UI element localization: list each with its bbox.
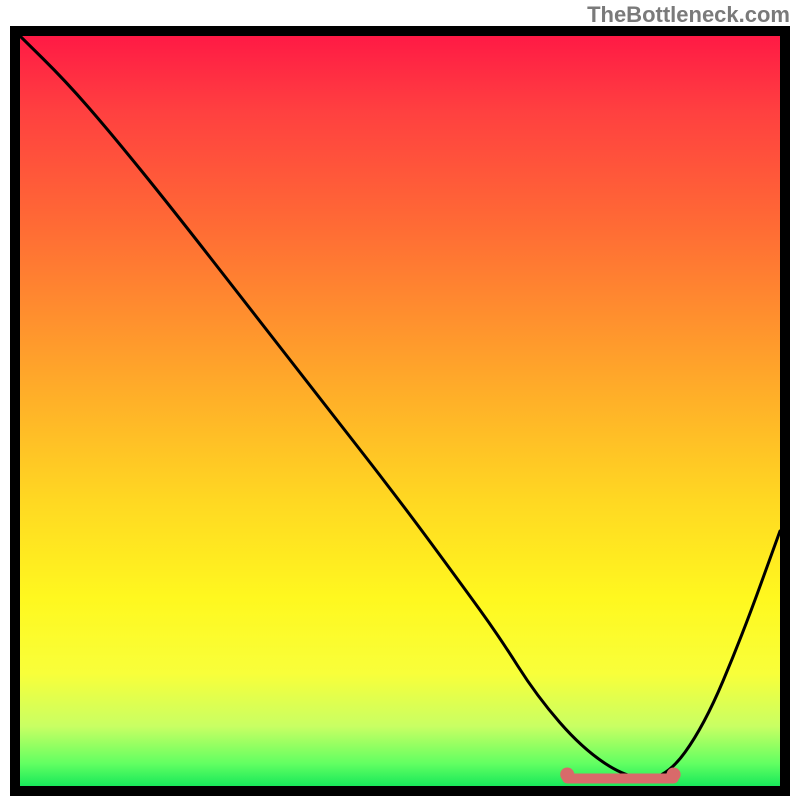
highlight-dot-end (667, 768, 681, 782)
watermark-text: TheBottleneck.com (587, 2, 790, 28)
gradient-panel (20, 36, 780, 786)
chart-svg (20, 36, 780, 786)
highlight-dot-start (560, 768, 574, 782)
curve-path (20, 36, 780, 779)
plot-frame (10, 26, 790, 796)
